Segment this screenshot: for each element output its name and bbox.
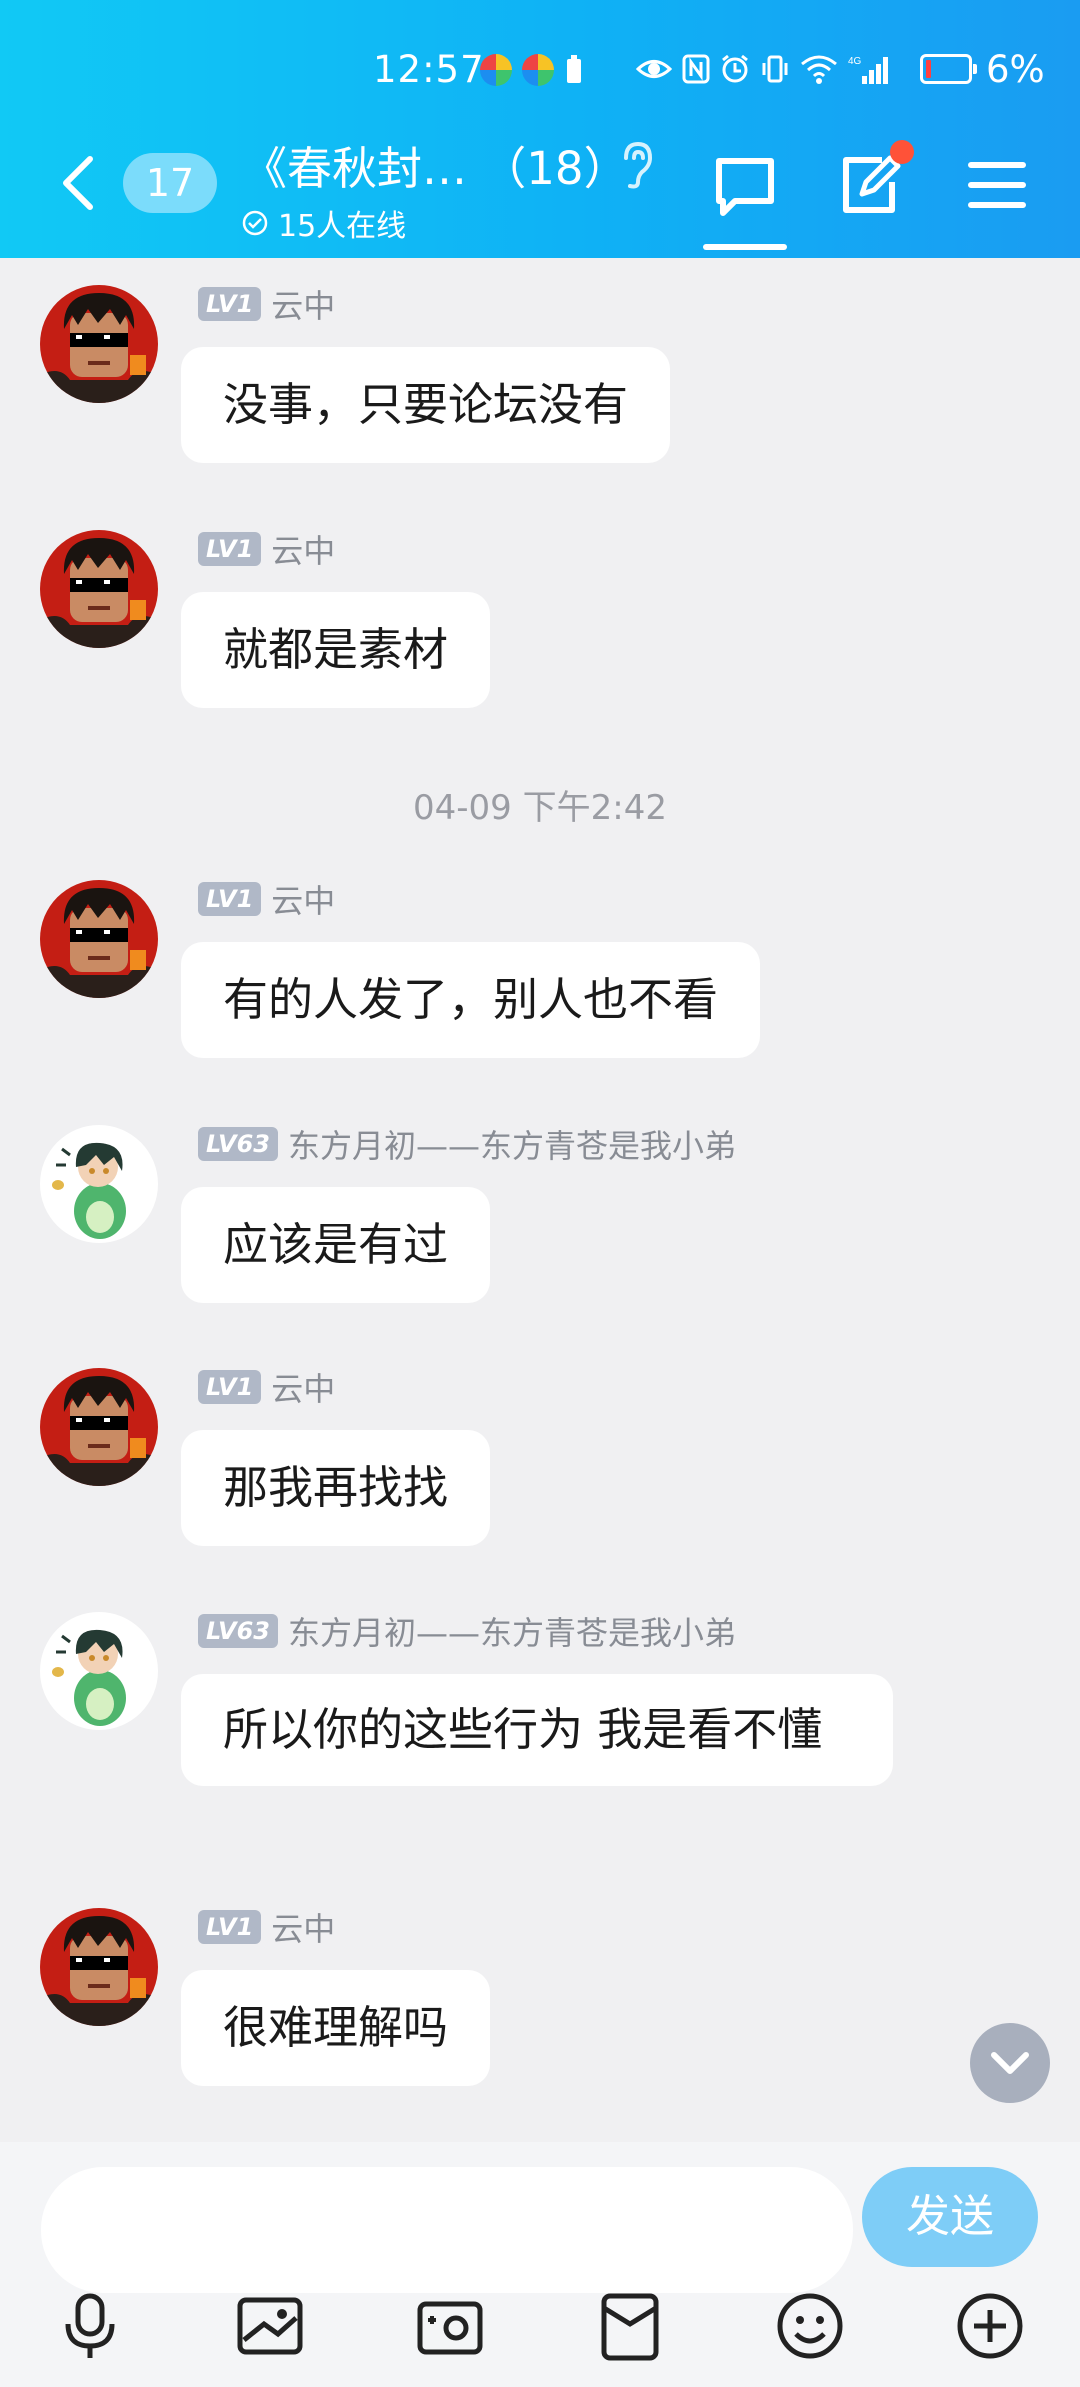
image-icon[interactable] bbox=[234, 2290, 306, 2362]
level-badge: LV1 bbox=[198, 287, 262, 321]
emoji-icon[interactable] bbox=[774, 2290, 846, 2362]
ear-icon[interactable] bbox=[616, 140, 656, 190]
status-bar: 12:57 4G 6% bbox=[0, 40, 1080, 104]
avatar[interactable] bbox=[40, 530, 158, 648]
wifi-icon bbox=[801, 55, 837, 84]
level-badge: LV1 bbox=[198, 1370, 262, 1404]
nfc-icon bbox=[682, 54, 710, 84]
notification-dot bbox=[890, 140, 914, 164]
sender-meta: LV1 云中 bbox=[198, 880, 335, 920]
signal-icon: 4G bbox=[848, 56, 888, 84]
sender-meta: LV1 云中 bbox=[198, 285, 335, 325]
battery-icon bbox=[920, 54, 977, 84]
chat-header: 12:57 4G 6% 17 《春秋封… （18） 15人在线 bbox=[0, 0, 1080, 258]
input-area: 发送 bbox=[0, 2142, 1080, 2387]
avatar[interactable] bbox=[40, 1612, 158, 1730]
message-bubble[interactable]: 没事，只要论坛没有 bbox=[181, 347, 671, 463]
svg-text:4G: 4G bbox=[848, 56, 862, 67]
group-title-area[interactable]: 《春秋封… （18） 15人在线 bbox=[242, 132, 629, 245]
app-notification-icon bbox=[522, 54, 554, 86]
status-app-icons bbox=[480, 54, 584, 86]
red-packet-icon[interactable] bbox=[594, 2290, 666, 2362]
sender-meta: LV1 云中 bbox=[198, 1908, 335, 1948]
back-arrow-icon[interactable] bbox=[56, 155, 100, 211]
sender-name[interactable]: 东方月初——东方青苍是我小弟 bbox=[288, 1121, 736, 1167]
sender-name[interactable]: 云中 bbox=[271, 1364, 335, 1410]
message-bubble[interactable]: 应该是有过 bbox=[181, 1187, 491, 1303]
level-badge: LV1 bbox=[198, 532, 262, 566]
sender-name[interactable]: 云中 bbox=[271, 281, 335, 327]
level-badge: LV1 bbox=[198, 882, 262, 916]
scroll-to-bottom-button[interactable] bbox=[970, 2023, 1050, 2103]
online-count-text: 15人在线 bbox=[278, 209, 407, 244]
app-notification-icon bbox=[480, 54, 512, 86]
vibrate-icon bbox=[762, 55, 788, 83]
send-button[interactable]: 发送 bbox=[862, 2167, 1038, 2267]
message-bubble[interactable]: 那我再找找 bbox=[181, 1430, 491, 1546]
sender-meta: LV1 云中 bbox=[198, 1368, 335, 1408]
avatar[interactable] bbox=[40, 1125, 158, 1243]
sender-name[interactable]: 云中 bbox=[271, 526, 335, 572]
battery-percent: 6% bbox=[986, 48, 1045, 91]
avatar[interactable] bbox=[40, 285, 158, 403]
level-badge: LV1 bbox=[198, 1910, 262, 1944]
check-circle-icon bbox=[242, 210, 268, 236]
message-input[interactable] bbox=[41, 2167, 853, 2293]
edit-note-icon[interactable] bbox=[838, 152, 904, 218]
active-tab-indicator bbox=[703, 244, 787, 250]
message-bubble[interactable]: 就都是素材 bbox=[181, 592, 491, 708]
chat-bubble-icon[interactable] bbox=[713, 155, 777, 219]
sender-name[interactable]: 云中 bbox=[271, 1904, 335, 1950]
plus-icon[interactable] bbox=[954, 2290, 1026, 2362]
alarm-icon bbox=[722, 54, 748, 83]
group-title[interactable]: 《春秋封… （18） bbox=[242, 132, 629, 197]
sender-meta: LV1 云中 bbox=[198, 530, 335, 570]
sender-meta: LV63 东方月初——东方青苍是我小弟 bbox=[198, 1612, 736, 1652]
timestamp: 04-09 下午2:42 bbox=[413, 788, 667, 828]
microphone-icon[interactable] bbox=[54, 2290, 126, 2362]
chevron-down-icon bbox=[991, 2052, 1029, 2074]
avatar[interactable] bbox=[40, 880, 158, 998]
status-icons: 4G bbox=[636, 54, 892, 84]
avatar[interactable] bbox=[40, 1368, 158, 1486]
battery-saver-icon bbox=[567, 55, 581, 83]
sender-name[interactable]: 云中 bbox=[271, 876, 335, 922]
menu-icon[interactable] bbox=[968, 160, 1026, 210]
eye-icon bbox=[636, 60, 672, 78]
camera-icon[interactable] bbox=[414, 2290, 486, 2362]
avatar[interactable] bbox=[40, 1908, 158, 2026]
sender-meta: LV63 东方月初——东方青苍是我小弟 bbox=[198, 1125, 736, 1165]
message-bubble[interactable]: 有的人发了，别人也不看 bbox=[181, 942, 761, 1058]
level-badge: LV63 bbox=[198, 1614, 278, 1648]
sender-name[interactable]: 东方月初——东方青苍是我小弟 bbox=[288, 1608, 736, 1654]
status-time: 12:57 bbox=[373, 48, 485, 91]
unread-count-badge[interactable]: 17 bbox=[123, 153, 217, 213]
level-badge: LV63 bbox=[198, 1127, 278, 1161]
message-bubble[interactable]: 所以你的这些行为 我是看不懂 bbox=[181, 1674, 893, 1786]
online-status: 15人在线 bbox=[242, 201, 629, 245]
message-bubble[interactable]: 很难理解吗 bbox=[181, 1970, 491, 2086]
